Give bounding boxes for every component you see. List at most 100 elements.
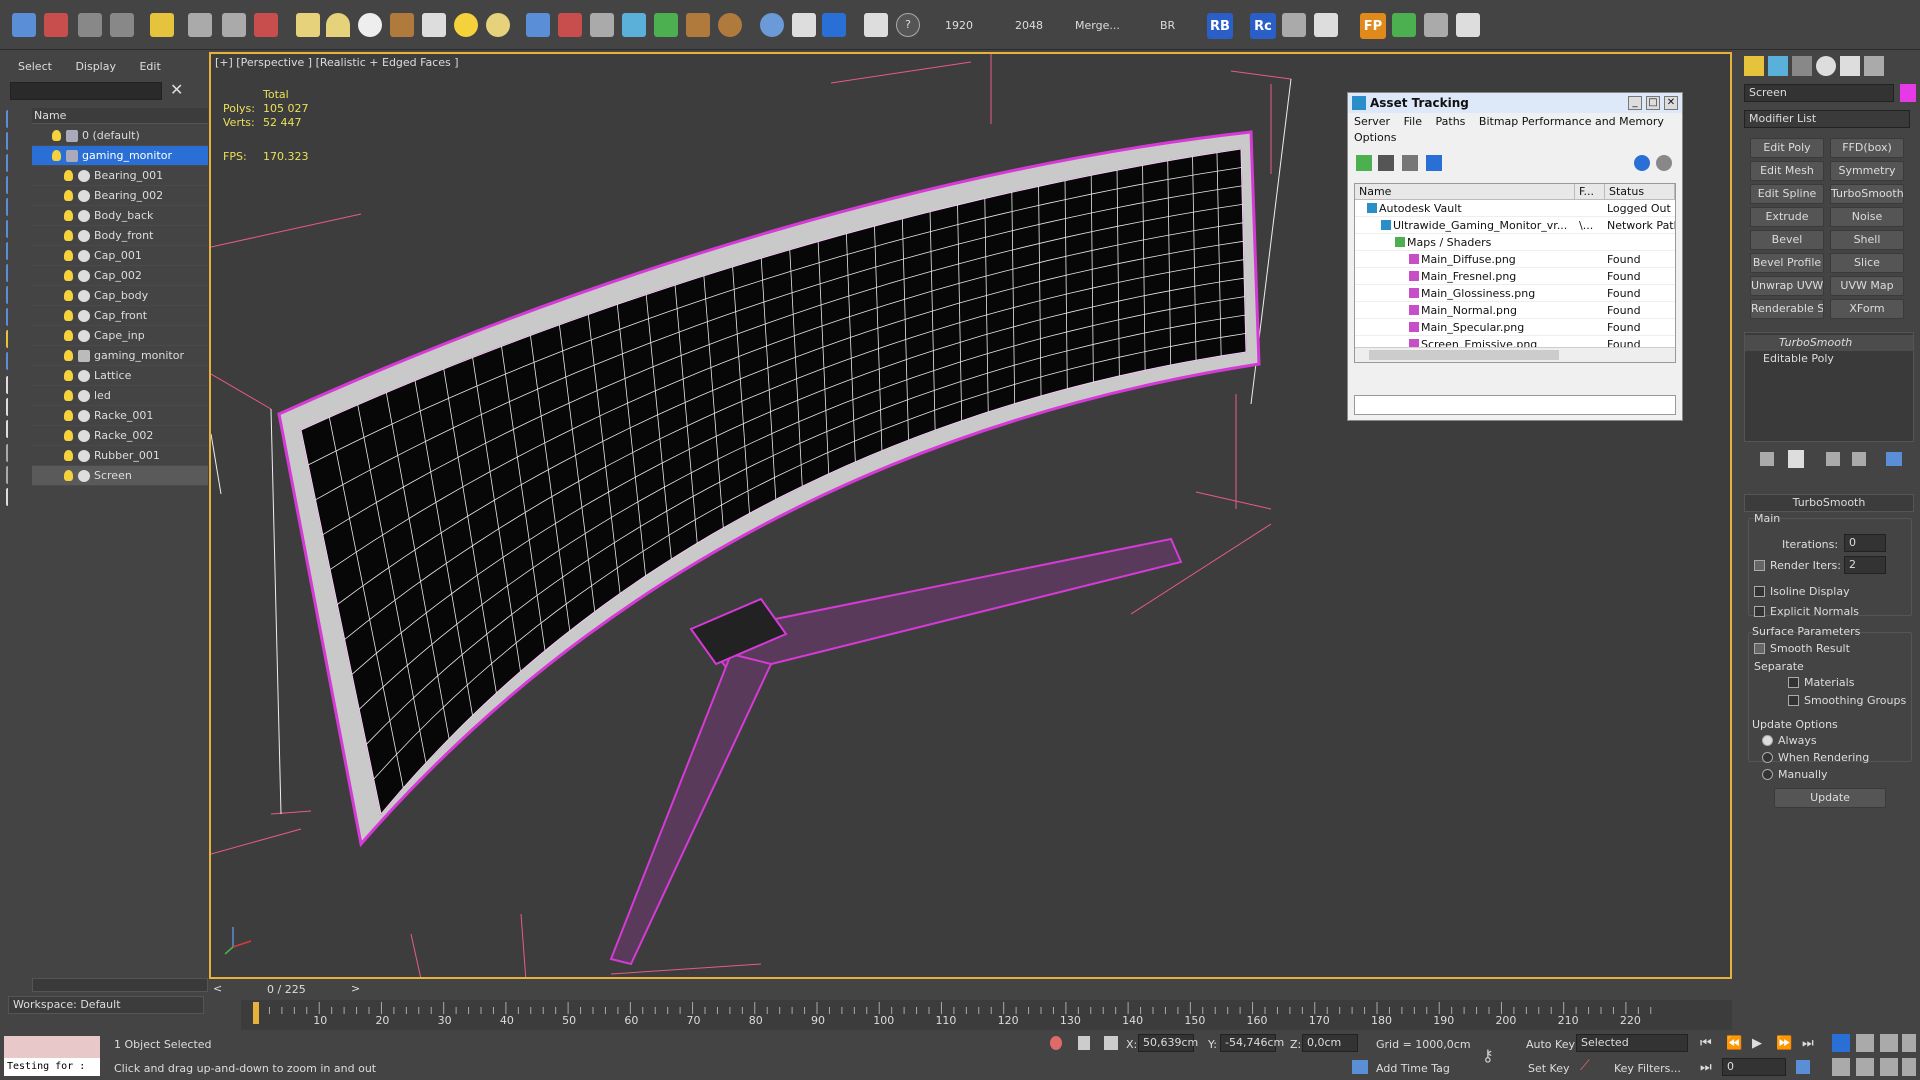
fp-button[interactable]: FP bbox=[1360, 13, 1386, 39]
maximize-viewport-icon[interactable] bbox=[1902, 1058, 1916, 1076]
teapot-icon[interactable] bbox=[390, 13, 414, 37]
y-coordinate[interactable]: -54,746cm bbox=[1220, 1034, 1284, 1052]
visibility-bulb-icon[interactable] bbox=[64, 410, 73, 421]
scene-item[interactable]: Cap_body bbox=[32, 286, 208, 306]
visibility-bulb-icon[interactable] bbox=[64, 470, 73, 481]
scene-item[interactable]: Racke_002 bbox=[32, 426, 208, 446]
maximize-icon[interactable]: □ bbox=[1646, 96, 1660, 110]
tree-view-icon[interactable] bbox=[1402, 155, 1418, 171]
go-to-start-icon[interactable]: ⏮ bbox=[1700, 1036, 1712, 1051]
asset-path-field[interactable] bbox=[1354, 395, 1676, 415]
motion-tab-icon[interactable] bbox=[1816, 56, 1836, 76]
materials-checkbox[interactable] bbox=[1788, 677, 1799, 688]
move-icon[interactable] bbox=[188, 13, 212, 37]
box-icon[interactable] bbox=[296, 13, 320, 37]
pan-icon[interactable] bbox=[1856, 1058, 1874, 1076]
rb-button[interactable]: RB bbox=[1207, 13, 1233, 39]
key-filters-button[interactable]: Key Filters... bbox=[1614, 1062, 1681, 1075]
modifier-button[interactable]: Noise bbox=[1830, 207, 1904, 227]
set-key-button[interactable]: Set Key bbox=[1528, 1062, 1570, 1075]
col-status[interactable]: Status bbox=[1605, 184, 1675, 200]
asset-row[interactable]: Main_Fresnel.png Found bbox=[1355, 268, 1675, 285]
cloth-icon[interactable] bbox=[718, 13, 742, 37]
merge-button[interactable]: Merge... bbox=[1075, 19, 1120, 32]
sphere-icon[interactable] bbox=[358, 13, 382, 37]
scene-menu-select[interactable]: Select bbox=[18, 60, 52, 73]
visibility-bulb-icon[interactable] bbox=[64, 250, 73, 261]
render-setup-icon[interactable] bbox=[590, 13, 614, 37]
asset-row[interactable]: Autodesk Vault Logged Out (... bbox=[1355, 200, 1675, 217]
stack-editable-poly[interactable]: Editable Poly bbox=[1745, 351, 1913, 367]
rc-button[interactable]: Rc bbox=[1250, 13, 1276, 39]
select-icon[interactable] bbox=[12, 13, 36, 37]
scene-item[interactable]: gaming_monitor bbox=[32, 346, 208, 366]
display-tab-icon[interactable] bbox=[1840, 56, 1860, 76]
smooth-result-checkbox[interactable] bbox=[1754, 643, 1765, 654]
z-coordinate[interactable]: 0,0cm bbox=[1302, 1034, 1358, 1052]
scene-converter-icon[interactable] bbox=[792, 13, 816, 37]
show-end-result-icon[interactable] bbox=[1788, 450, 1804, 468]
auto-key-button[interactable]: Auto Key bbox=[1526, 1038, 1575, 1051]
maxscript-input[interactable]: Testing for : bbox=[4, 1058, 100, 1076]
scene-item[interactable]: 0 (default) bbox=[32, 126, 208, 146]
res-width-label[interactable]: 1920 bbox=[945, 19, 973, 32]
asset-row[interactable]: Main_Specular.png Found bbox=[1355, 319, 1675, 336]
prev-key-icon[interactable]: ⏪ bbox=[1726, 1036, 1742, 1051]
asset-row[interactable]: Ultrawide_Gaming_Monitor_vr... \... Networ… bbox=[1355, 217, 1675, 234]
grid-icon[interactable] bbox=[526, 13, 550, 37]
particle-icon[interactable] bbox=[622, 13, 646, 37]
maxscript-listener[interactable] bbox=[4, 1036, 100, 1058]
lock-icon[interactable] bbox=[1078, 1036, 1090, 1050]
visibility-bulb-icon[interactable] bbox=[64, 190, 73, 201]
zoom-extents-icon[interactable] bbox=[1880, 1034, 1898, 1052]
modifier-button[interactable]: Extrude bbox=[1750, 207, 1824, 227]
visibility-bulb-icon[interactable] bbox=[64, 370, 73, 381]
light-icon[interactable] bbox=[486, 13, 510, 37]
scene-menu-edit[interactable]: Edit bbox=[139, 60, 160, 73]
time-slider[interactable]: < 0 / 225 > bbox=[209, 980, 1732, 998]
scene-item[interactable]: Lattice bbox=[32, 366, 208, 386]
settings-icon[interactable] bbox=[1656, 155, 1672, 171]
scene-item[interactable]: led bbox=[32, 386, 208, 406]
x-coordinate[interactable]: 50,639cm bbox=[1138, 1034, 1198, 1052]
scene-item[interactable]: Cap_front bbox=[32, 306, 208, 326]
object-color-swatch[interactable] bbox=[1900, 84, 1916, 102]
asset-row[interactable]: Main_Glossiness.png Found bbox=[1355, 285, 1675, 302]
make-unique-icon[interactable] bbox=[1826, 452, 1840, 466]
time-tag-icon[interactable] bbox=[1352, 1060, 1368, 1074]
modifier-button[interactable]: XForm bbox=[1830, 299, 1904, 319]
modify-tab-icon[interactable] bbox=[1768, 56, 1788, 76]
zoom-all-icon[interactable] bbox=[1856, 1034, 1874, 1052]
visibility-bulb-icon[interactable] bbox=[64, 270, 73, 281]
always-radio[interactable] bbox=[1762, 735, 1773, 746]
wrench-icon[interactable] bbox=[1424, 13, 1448, 37]
modifier-button[interactable]: Shell bbox=[1830, 230, 1904, 250]
modifier-button[interactable]: Bevel bbox=[1750, 230, 1824, 250]
create-tab-icon[interactable] bbox=[1744, 56, 1764, 76]
orbit-icon[interactable] bbox=[1880, 1058, 1898, 1076]
configure-sets-icon[interactable] bbox=[1886, 452, 1902, 466]
scene-item[interactable]: Cape_inp bbox=[32, 326, 208, 346]
current-frame-field[interactable]: 0 bbox=[1722, 1058, 1786, 1076]
scene-item[interactable]: Cap_002 bbox=[32, 266, 208, 286]
modifier-button[interactable]: Bevel Profile bbox=[1750, 253, 1824, 273]
scene-item[interactable]: Rubber_001 bbox=[32, 446, 208, 466]
asset-row[interactable]: Main_Normal.png Found bbox=[1355, 302, 1675, 319]
at-menu-paths[interactable]: Paths bbox=[1436, 115, 1466, 128]
zoom-extents-all-icon[interactable] bbox=[1902, 1034, 1916, 1052]
modifier-list-dropdown[interactable]: Modifier List bbox=[1744, 110, 1910, 128]
at-menu-bitmap[interactable]: Bitmap Performance and Memory bbox=[1479, 115, 1664, 128]
modifier-button[interactable]: FFD(box) bbox=[1830, 138, 1904, 158]
scene-item[interactable]: Screen bbox=[32, 466, 208, 486]
sun-icon[interactable] bbox=[454, 13, 478, 37]
time-marker[interactable] bbox=[253, 1002, 259, 1024]
scene-menu-display[interactable]: Display bbox=[75, 60, 116, 73]
time-config-icon[interactable] bbox=[1796, 1060, 1810, 1074]
scene-scrollbar[interactable] bbox=[32, 978, 208, 992]
visibility-bulb-icon[interactable] bbox=[64, 330, 73, 341]
absolute-mode-icon[interactable] bbox=[1104, 1036, 1118, 1050]
modifier-button[interactable]: Edit Poly bbox=[1750, 138, 1824, 158]
res-height-label[interactable]: 2048 bbox=[1015, 19, 1043, 32]
next-key-icon[interactable]: ⏩ bbox=[1776, 1036, 1792, 1051]
list-view-icon[interactable] bbox=[1378, 155, 1394, 171]
